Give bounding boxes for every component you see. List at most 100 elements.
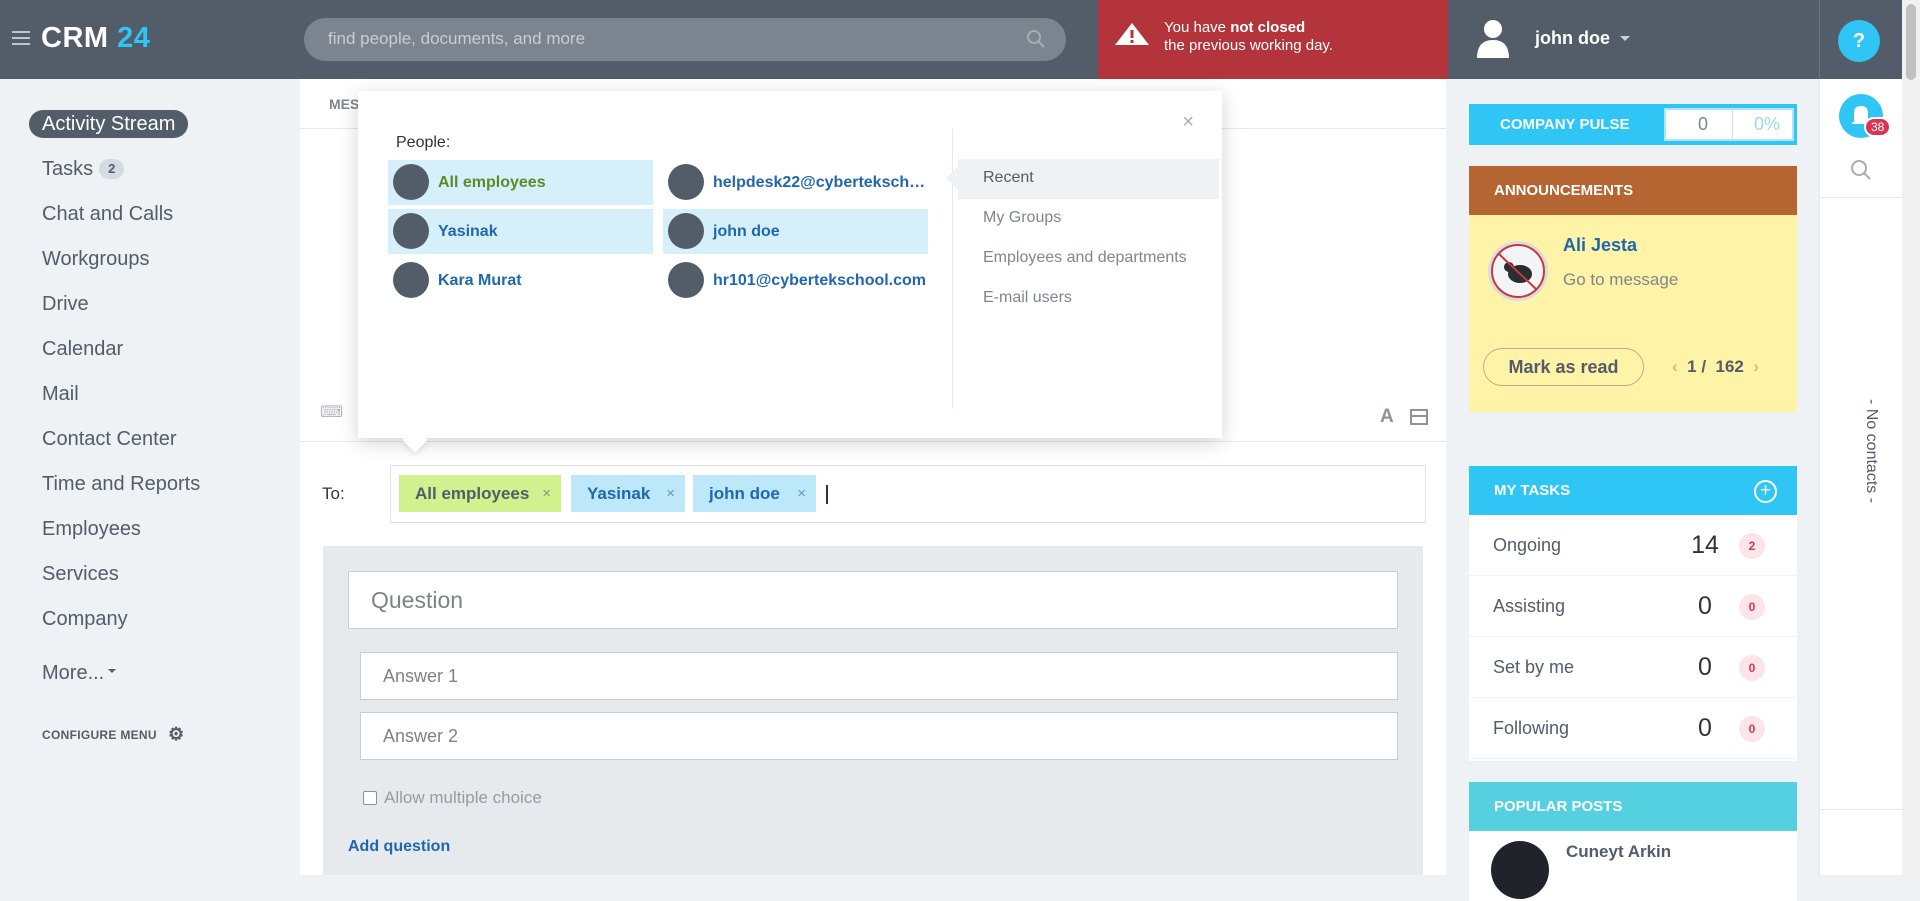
warning-text: You have <box>1164 19 1231 36</box>
pulse-percent: 0% <box>1754 114 1781 134</box>
avatar <box>393 262 429 298</box>
checkbox-icon[interactable] <box>363 791 377 805</box>
nav-workgroups[interactable]: Workgroups <box>29 244 200 289</box>
task-row-label: Ongoing <box>1493 535 1562 555</box>
mention-icon[interactable]: ⌨ <box>320 402 343 422</box>
task-badge: 0 <box>1739 716 1765 742</box>
pulse-values: 0 0% <box>1664 108 1794 141</box>
right-strip: 38 - No contacts - <box>1819 79 1903 875</box>
task-row[interactable]: Ongoing 14 2 <box>1469 515 1797 576</box>
workday-warning[interactable]: You have not closed the previous working… <box>1098 0 1448 79</box>
text-cursor <box>826 485 828 504</box>
task-row[interactable]: Set by me 0 0 <box>1469 637 1797 698</box>
nav-contact-center[interactable]: Contact Center <box>29 424 200 469</box>
task-count: 14 <box>1691 531 1719 559</box>
task-row[interactable]: Following 0 0 <box>1469 698 1797 759</box>
nav-services[interactable]: Services <box>29 559 200 604</box>
nav-employees[interactable]: Employees <box>29 514 200 559</box>
nav-label: Activity Stream <box>29 110 189 138</box>
person-item[interactable]: Yasinak <box>388 209 653 254</box>
popular-posts-title: POPULAR POSTS <box>1469 782 1797 831</box>
search-icon[interactable] <box>1850 159 1872 181</box>
nav-drive[interactable]: Drive <box>29 289 200 334</box>
nav-mail[interactable]: Mail <box>29 379 200 424</box>
user-avatar-icon <box>1477 20 1509 58</box>
nav-company[interactable]: Company <box>29 604 200 649</box>
tasks-count-badge: 2 <box>99 159 125 179</box>
gear-icon[interactable]: ⚙ <box>168 724 184 745</box>
nav-more[interactable]: More... <box>42 662 117 685</box>
poll-editor: Question Answer 1 Answer 2 Allow multipl… <box>323 546 1423 875</box>
person-item[interactable]: Kara Murat <box>388 258 653 303</box>
task-count: 0 <box>1698 653 1712 681</box>
remove-icon[interactable]: × <box>542 475 551 512</box>
scrollbar[interactable] <box>1902 0 1920 875</box>
tab-recent[interactable]: Recent <box>946 159 1219 199</box>
nav-time-and-reports[interactable]: Time and Reports <box>29 469 200 514</box>
my-tasks-header[interactable]: MY TASKS + <box>1469 466 1797 515</box>
to-label: To: <box>322 484 345 503</box>
add-task-icon[interactable]: + <box>1754 480 1777 503</box>
panel-toggle-icon[interactable] <box>1410 409 1428 425</box>
avatar <box>668 262 704 298</box>
close-icon[interactable]: × <box>1182 111 1194 134</box>
task-badge: 0 <box>1739 594 1765 620</box>
person-item[interactable]: hr101@cybertekschool.com <box>663 258 928 303</box>
menu-icon[interactable] <box>12 31 30 49</box>
nav-activity-stream[interactable]: Activity Stream <box>29 109 200 154</box>
help-button[interactable]: ? <box>1838 20 1880 62</box>
my-tasks-widget: MY TASKS + Ongoing 14 2 Assisting 0 0 Set by … <box>1469 466 1797 761</box>
configure-label: CONFIGURE MENU <box>42 728 157 742</box>
notifications-button[interactable]: 38 <box>1839 94 1892 138</box>
author-avatar <box>1488 241 1548 301</box>
go-to-message-link[interactable]: Go to message <box>1563 270 1678 290</box>
task-row-label: Assisting <box>1493 596 1566 616</box>
author-name[interactable]: Ali Jesta <box>1563 235 1637 256</box>
chevron-down-icon <box>108 669 117 677</box>
tab-email-users[interactable]: E-mail users <box>958 279 1219 319</box>
announcements-widget: ANNOUNCEMENTS Ali Jesta Go to message Ma… <box>1469 166 1797 412</box>
search-icon[interactable] <box>1026 29 1046 49</box>
tab-message[interactable]: MES <box>329 96 359 112</box>
nav-calendar[interactable]: Calendar <box>29 334 200 379</box>
remove-icon[interactable]: × <box>666 475 675 512</box>
avatar <box>393 213 429 249</box>
task-row[interactable]: Assisting 0 0 <box>1469 576 1797 637</box>
person-item[interactable]: john doe <box>663 209 928 254</box>
question-input[interactable]: Question <box>348 571 1398 629</box>
remove-icon[interactable]: × <box>797 475 806 512</box>
pulse-value: 0 <box>1698 114 1709 134</box>
recipients-field[interactable]: All employees × Yasinak × john doe × <box>390 465 1426 523</box>
search-input[interactable]: find people, documents, and more <box>304 18 1066 61</box>
recipient-chip[interactable]: All employees × <box>399 475 561 512</box>
no-contacts-label: - No contacts - <box>1863 399 1880 504</box>
divider <box>1820 197 1903 198</box>
popular-post[interactable]: Cuneyt Arkin <box>1469 831 1797 901</box>
task-count: 0 <box>1698 714 1712 742</box>
answer-input[interactable]: Answer 2 <box>360 712 1398 760</box>
mark-as-read-button[interactable]: Mark as read <box>1483 348 1644 386</box>
text-format-icon[interactable]: A <box>1380 406 1394 428</box>
answer-input[interactable]: Answer 1 <box>360 652 1398 700</box>
chevron-right-icon[interactable]: › <box>1753 357 1759 376</box>
post-author[interactable]: Cuneyt Arkin <box>1566 842 1671 862</box>
tab-my-groups[interactable]: My Groups <box>958 199 1219 239</box>
person-item[interactable]: helpdesk22@cybertekschool.com <box>663 160 928 205</box>
configure-menu-button[interactable]: CONFIGURE MENU ⚙ <box>42 724 184 744</box>
recipient-chip[interactable]: Yasinak × <box>571 475 685 512</box>
left-sidebar: Activity Stream Tasks 2 Chat and Calls Wo… <box>0 79 300 875</box>
nav-chat-and-calls[interactable]: Chat and Calls <box>29 199 200 244</box>
main-nav: Activity Stream Tasks 2 Chat and Calls Wo… <box>29 109 200 649</box>
chevron-left-icon[interactable]: ‹ <box>1672 357 1678 376</box>
add-question-link[interactable]: Add question <box>348 838 450 856</box>
recipient-chip[interactable]: john doe × <box>693 475 816 512</box>
nav-tasks[interactable]: Tasks 2 <box>29 154 200 199</box>
company-pulse[interactable]: COMPANY PULSE 0 0% <box>1469 104 1797 145</box>
tab-employees-departments[interactable]: Employees and departments <box>958 239 1219 279</box>
scrollbar-thumb[interactable] <box>1906 4 1916 80</box>
allow-multiple-checkbox[interactable]: Allow multiple choice <box>363 788 542 808</box>
person-item[interactable]: All employees <box>388 160 653 205</box>
top-header: CRM 24 find people, documents, and more … <box>0 0 1920 79</box>
chevron-down-icon <box>1620 36 1630 46</box>
logo[interactable]: CRM 24 <box>41 22 150 55</box>
